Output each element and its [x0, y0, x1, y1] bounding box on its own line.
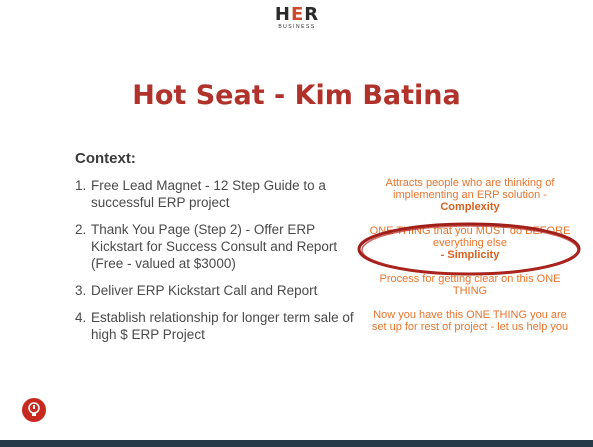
note-next: Now you have this ONE THING you are set … — [371, 309, 569, 333]
her-business-logo: HER BUSINESS — [271, 4, 323, 31]
logo-subtitle: BUSINESS — [278, 24, 316, 30]
footer-bar — [0, 440, 593, 447]
slide: HER BUSINESS Hot Seat - Kim Batina Conte… — [0, 0, 593, 447]
logo-wordmark: HER — [274, 4, 320, 25]
list-item: 2. Thank You Page (Step 2) - Offer ERP Ki… — [75, 222, 338, 271]
list-item: 1. Free Lead Magnet - 12 Step Guide to a … — [75, 178, 326, 210]
lightbulb-icon — [22, 398, 46, 422]
list-item: 4. Establish relationship for longer term… — [75, 310, 354, 342]
slide-title: Hot Seat - Kim Batina — [132, 80, 461, 111]
highlight-ellipse — [357, 222, 581, 276]
context-list: 1. Free Lead Magnet - 12 Step Guide to a … — [75, 177, 355, 353]
note-complexity: Attracts people who are thinking of impl… — [385, 177, 555, 213]
context-heading: Context: — [75, 150, 136, 167]
list-item: 3. Deliver ERP Kickstart Call and Report — [75, 283, 318, 298]
